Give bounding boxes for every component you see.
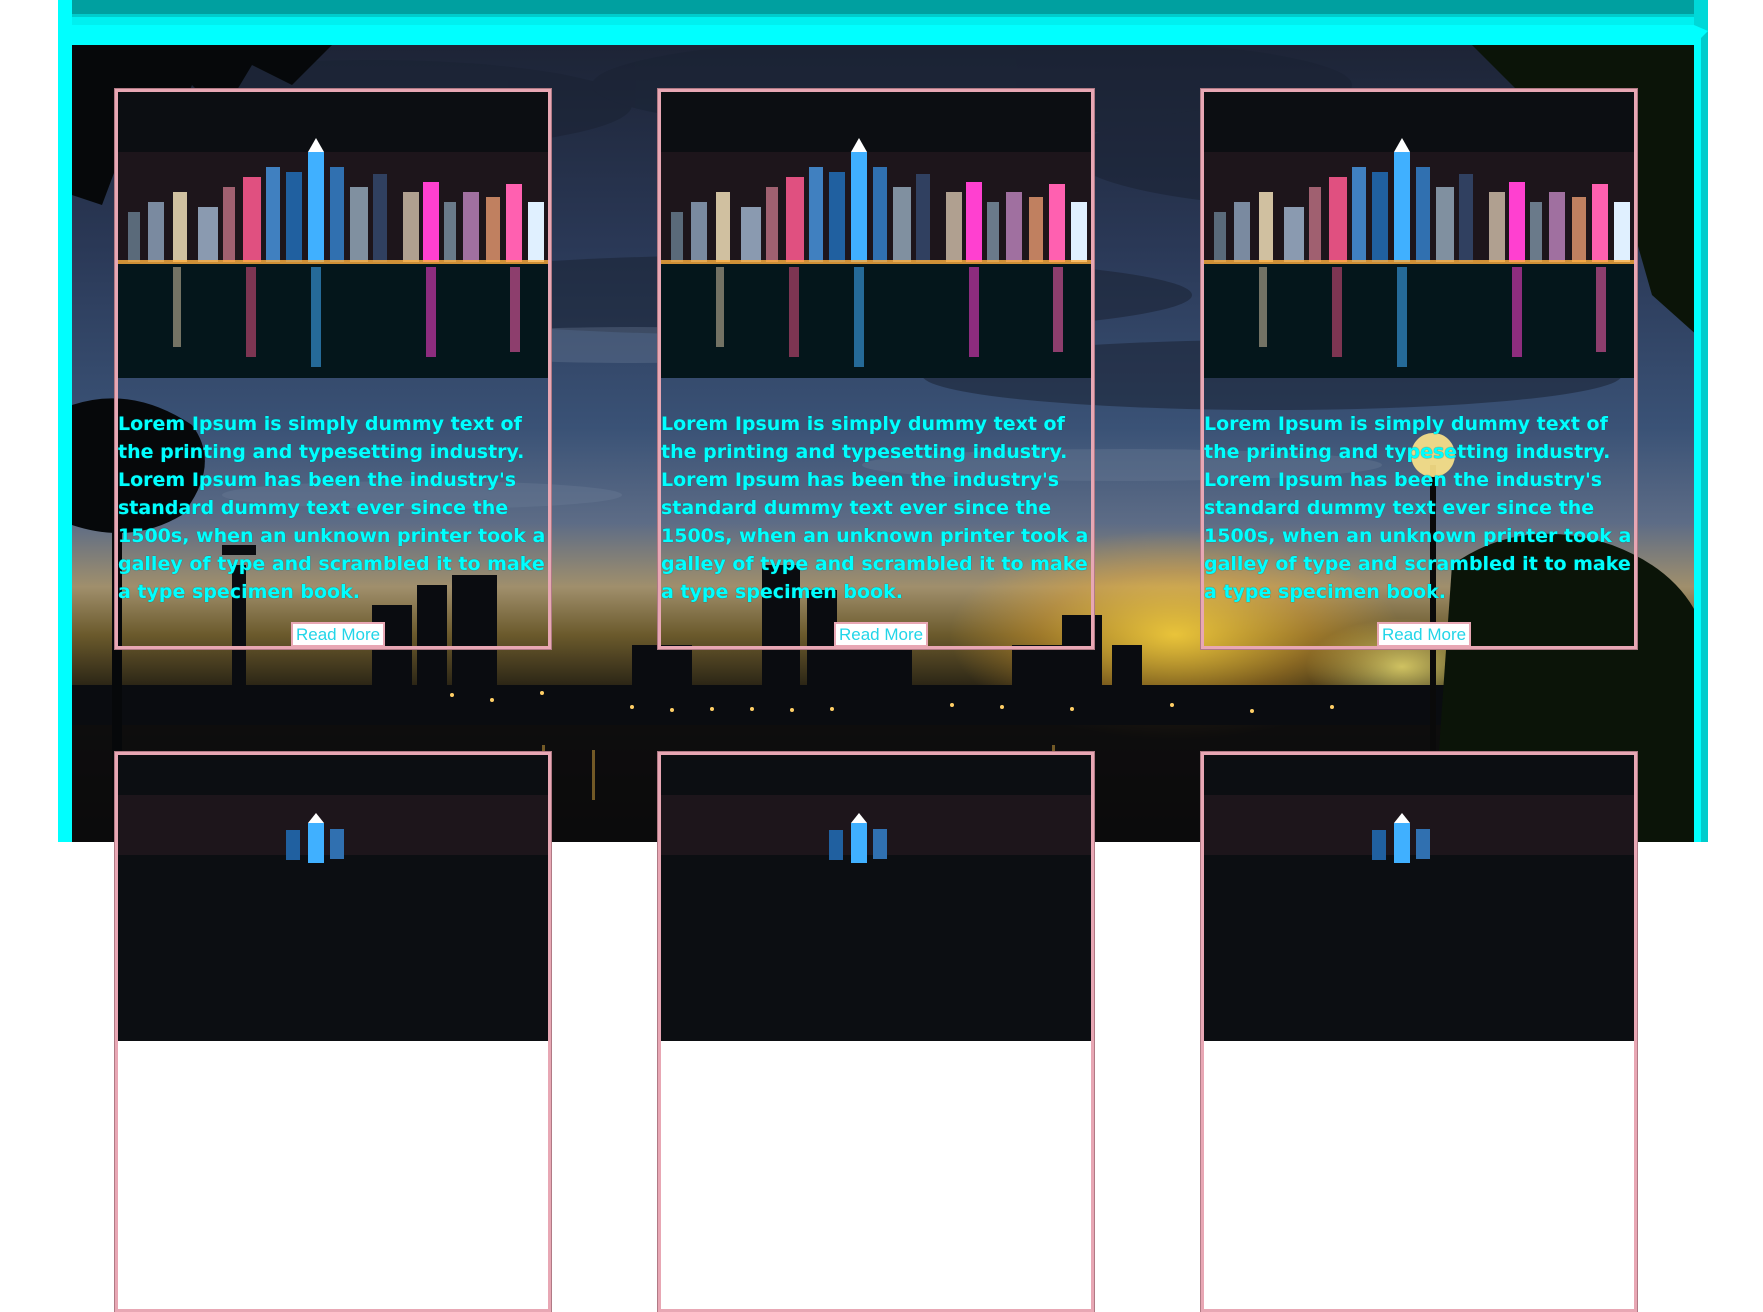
city-skyline-night-icon: [118, 92, 548, 378]
card-photo: [661, 92, 1091, 378]
header-bevel: [72, 0, 1694, 17]
city-skyline-night-icon: [661, 755, 1091, 1041]
card: Lorem Ipsum is simply dummy text of the …: [657, 88, 1095, 650]
card: Lorem Ipsum is simply dummy text of the …: [1200, 88, 1638, 650]
card: [657, 751, 1095, 1312]
read-more-button[interactable]: Read More: [834, 622, 929, 647]
city-skyline-night-icon: [118, 755, 548, 1041]
card-description: Lorem Ipsum is simply dummy text of the …: [118, 413, 546, 603]
card: [1200, 751, 1638, 1312]
card-grid: Lorem Ipsum is simply dummy text of the …: [114, 88, 1647, 1312]
read-more-button[interactable]: Read More: [291, 622, 386, 647]
content-frame: Lorem Ipsum is simply dummy text of the …: [58, 31, 1708, 1312]
card-photo: [1204, 92, 1634, 378]
card-photo: [118, 755, 548, 1041]
card-description: Lorem Ipsum is simply dummy text of the …: [661, 413, 1089, 603]
city-skyline-night-icon: [661, 92, 1091, 378]
card: Lorem Ipsum is simply dummy text of the …: [114, 88, 552, 650]
card-photo: [1204, 755, 1634, 1041]
card-photo: [118, 92, 548, 378]
card: [114, 751, 552, 1312]
city-skyline-night-icon: [1204, 92, 1634, 378]
top-header-bar: [58, 0, 1708, 31]
card-description: Lorem Ipsum is simply dummy text of the …: [1204, 413, 1632, 603]
read-more-button[interactable]: Read More: [1377, 622, 1472, 647]
card-photo: [661, 755, 1091, 1041]
city-skyline-night-icon: [1204, 755, 1634, 1041]
